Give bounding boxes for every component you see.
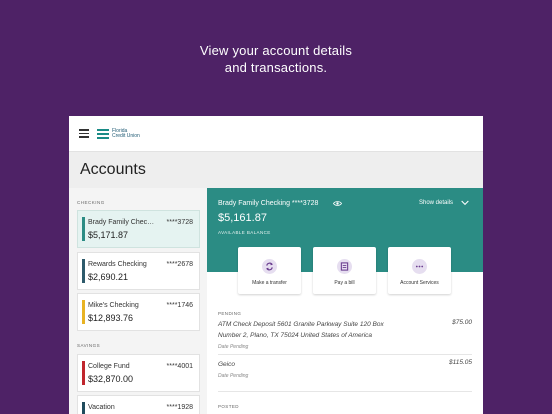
account-item-brady-family-checking[interactable]: Brady Family Chec… ****3728 $5,171.87 <box>77 210 200 248</box>
bill-icon <box>337 259 352 274</box>
divider <box>218 391 472 392</box>
account-color-bar <box>82 402 85 414</box>
transaction-description: Geico <box>218 361 235 368</box>
account-balance: $2,690.21 <box>88 272 129 282</box>
account-item-rewards-checking[interactable]: Rewards Checking ****2678 $2,690.21 <box>77 252 200 290</box>
page-title: Accounts <box>80 161 146 178</box>
account-balance: $32,870.00 <box>88 374 134 384</box>
account-number: ****3728 <box>166 219 193 226</box>
logo-line-2: Credit Union <box>112 133 140 139</box>
account-item-mikes-checking[interactable]: Mike's Checking ****1746 $12,893.76 <box>77 293 200 331</box>
account-number: ****1928 <box>166 404 193 411</box>
savings-section-label: SAVINGS <box>77 343 101 348</box>
promo-line-2: and transactions. <box>224 60 328 75</box>
pending-section-label: PENDING <box>218 311 242 316</box>
app-window: Florida Credit Union Accounts CHECKING B… <box>69 116 483 414</box>
account-name: College Fund <box>88 363 130 370</box>
page-header: Accounts <box>69 152 483 188</box>
pay-bill-button[interactable]: Pay a bill <box>313 247 376 294</box>
transaction-date: Date Pending <box>218 373 249 379</box>
account-number: ****4001 <box>166 363 193 370</box>
promo-line-1: View your account details <box>199 43 353 58</box>
accounts-sidebar: CHECKING Brady Family Chec… ****3728 $5,… <box>69 188 207 414</box>
account-balance: $5,171.87 <box>88 230 129 240</box>
show-details-toggle[interactable]: Show details <box>419 200 453 206</box>
account-services-button[interactable]: Account Services <box>388 247 451 294</box>
transfer-icon <box>262 259 277 274</box>
posted-section-label: POSTED <box>218 404 239 409</box>
eye-icon[interactable] <box>333 200 342 207</box>
menu-icon[interactable] <box>79 129 89 138</box>
account-color-bar <box>82 361 85 385</box>
account-item-vacation[interactable]: Vacation ****1928 <box>77 395 200 414</box>
account-color-bar <box>82 259 85 283</box>
account-balance: $12,893.76 <box>88 313 134 323</box>
transaction-description: ATM Check Deposit 5601 Granite Parkway S… <box>218 321 384 339</box>
selected-account-title: Brady Family Checking ****3728 <box>218 200 319 207</box>
top-bar: Florida Credit Union <box>69 116 483 152</box>
available-balance-value: $5,161.87 <box>218 212 267 224</box>
account-name: Mike's Checking <box>88 302 139 309</box>
action-label: Account Services <box>400 280 439 286</box>
make-transfer-button[interactable]: Make a transfer <box>238 247 301 294</box>
logo-mark-icon <box>97 128 109 140</box>
account-number: ****2678 <box>166 261 193 268</box>
checking-section-label: CHECKING <box>77 200 105 205</box>
available-balance-label: AVAILABLE BALANCE <box>218 230 271 235</box>
account-number: ****1746 <box>166 302 193 309</box>
action-label: Make a transfer <box>252 280 287 286</box>
account-name: Rewards Checking <box>88 261 147 268</box>
account-color-bar <box>82 300 85 324</box>
transaction-date: Date Pending <box>218 344 249 350</box>
account-detail-panel: Brady Family Checking ****3728 Show deta… <box>207 188 483 414</box>
action-label: Pay a bill <box>334 280 355 286</box>
account-name: Brady Family Chec… <box>88 219 155 226</box>
transaction-amount: $115.05 <box>448 359 472 366</box>
account-item-college-fund[interactable]: College Fund ****4001 $32,870.00 <box>77 354 200 392</box>
chevron-down-icon[interactable] <box>461 200 469 206</box>
account-color-bar <box>82 217 85 241</box>
promo-caption: View your account details and transactio… <box>0 42 552 76</box>
transaction-amount: $75.00 <box>452 319 472 326</box>
account-name: Vacation <box>88 404 115 411</box>
more-icon <box>412 259 427 274</box>
brand-logo: Florida Credit Union <box>97 126 140 142</box>
divider <box>218 354 472 355</box>
